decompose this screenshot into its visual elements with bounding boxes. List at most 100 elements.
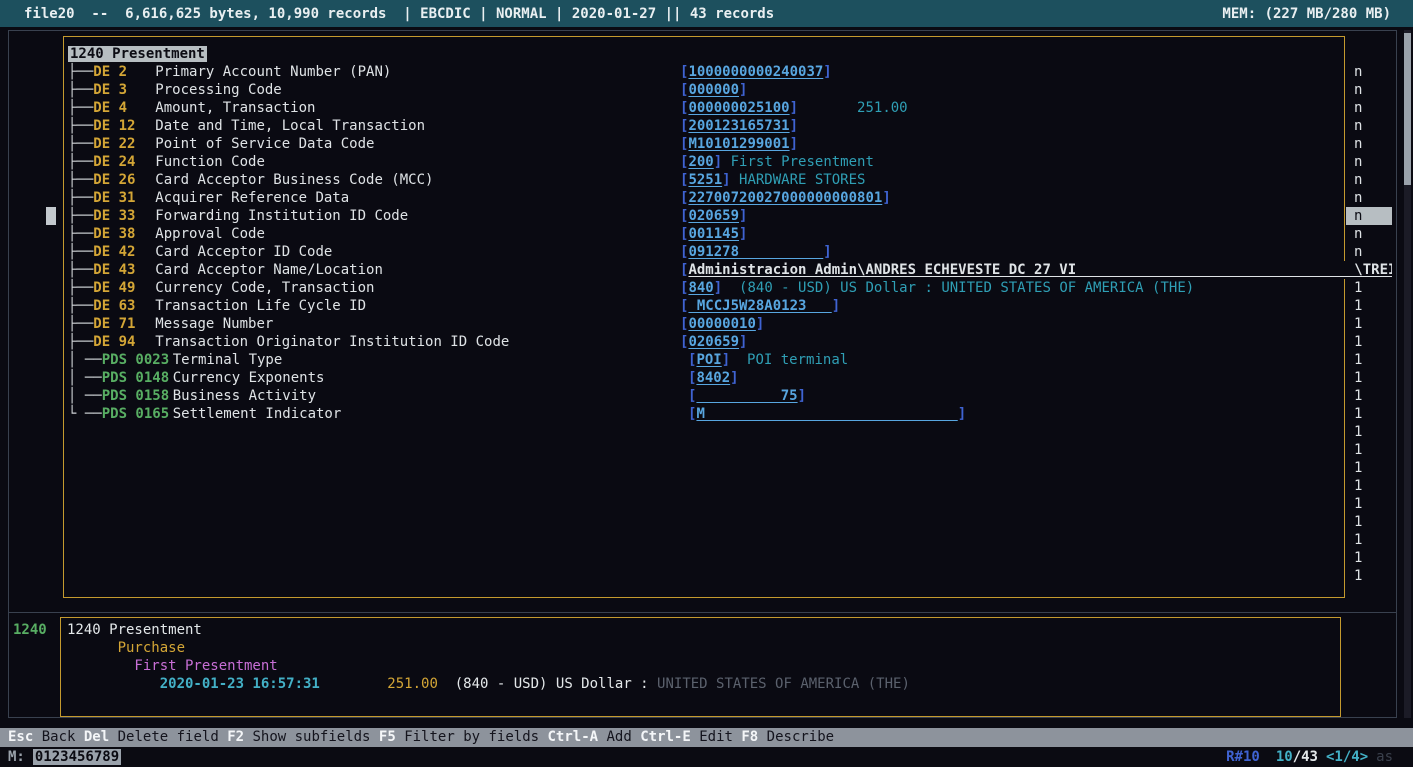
field-value[interactable]: [M10101299001] bbox=[680, 135, 798, 153]
tree-row[interactable]: │ ──PDS 0023Terminal Type[POI] POI termi… bbox=[68, 351, 282, 369]
field-value[interactable]: [M ] bbox=[688, 405, 966, 423]
value-text[interactable]: 200123165731 bbox=[688, 118, 789, 134]
footer-key[interactable]: Ctrl-E bbox=[640, 729, 691, 745]
value-text[interactable]: 091278 bbox=[688, 244, 823, 260]
field-value[interactable]: [8402] bbox=[688, 369, 739, 387]
record-flag-cell[interactable]: 1 bbox=[1346, 351, 1392, 369]
value-text[interactable]: 200 bbox=[688, 154, 713, 170]
value-text[interactable]: 020659 bbox=[688, 208, 739, 224]
tree-row[interactable]: ├──DE 31Acquirer Reference Data[22700720… bbox=[68, 189, 349, 207]
value-text[interactable]: 840 bbox=[688, 280, 713, 296]
tree-row[interactable]: │ ──PDS 0158Business Activity[ 75] bbox=[68, 387, 316, 405]
footer-action-label[interactable]: Delete field bbox=[109, 729, 227, 745]
value-text[interactable]: 001145 bbox=[688, 226, 739, 242]
record-flag-cell[interactable]: 1 bbox=[1346, 315, 1392, 333]
tree-row[interactable]: ├──DE 4Amount, Transaction[000000025100]… bbox=[68, 99, 315, 117]
record-flag-cell[interactable]: 1 bbox=[1346, 297, 1392, 315]
field-value[interactable]: [200123165731] bbox=[680, 117, 798, 135]
message-title[interactable]: 1240 Presentment bbox=[68, 45, 207, 63]
record-flag-cell[interactable]: n bbox=[1346, 225, 1392, 243]
footer-key[interactable]: Ctrl-A bbox=[547, 729, 598, 745]
record-flag-cell[interactable]: n bbox=[1346, 63, 1392, 81]
tree-row[interactable]: ├──DE 38Approval Code[001145] bbox=[68, 225, 265, 243]
value-text[interactable]: M10101299001 bbox=[688, 136, 789, 152]
value-text[interactable]: 020659 bbox=[688, 334, 739, 350]
tree-row[interactable]: ├──DE 12Date and Time, Local Transaction… bbox=[68, 117, 425, 135]
value-text[interactable]: 1000000000240037 bbox=[688, 64, 823, 80]
field-value[interactable]: [ MCCJ5W28A0123 ] bbox=[680, 297, 840, 315]
field-value[interactable]: [000000025100] 251.00 bbox=[680, 99, 908, 117]
value-text[interactable]: 75 bbox=[696, 388, 797, 404]
field-value[interactable]: [840] (840 - USD) US Dollar : UNITED STA… bbox=[680, 279, 1194, 297]
tree-row[interactable]: ├──DE 24Function Code[200] First Present… bbox=[68, 153, 265, 171]
footer-action-label[interactable]: Describe bbox=[758, 729, 842, 745]
footer-action-label[interactable]: Back bbox=[33, 729, 84, 745]
tree-row[interactable]: ├──DE 43Card Acceptor Name/Location[Admi… bbox=[68, 261, 383, 279]
record-flag-cell[interactable]: 1 bbox=[1346, 531, 1392, 549]
value-text[interactable]: MCCJ5W28A0123 bbox=[688, 298, 831, 314]
field-value[interactable]: [020659] bbox=[680, 207, 747, 225]
footer-key[interactable]: Esc bbox=[8, 729, 33, 745]
record-flag-cell[interactable]: 1 bbox=[1346, 549, 1392, 567]
record-flag-cell[interactable]: 1 bbox=[1346, 369, 1392, 387]
value-text[interactable]: Administracion Admin\ANDRES ECHEVESTE DC… bbox=[688, 261, 1392, 279]
footer-key[interactable]: Del bbox=[84, 729, 109, 745]
footer-key[interactable]: F5 bbox=[379, 729, 396, 745]
value-text[interactable]: 8402 bbox=[696, 370, 730, 386]
record-flag-cell[interactable]: 1 bbox=[1346, 405, 1392, 423]
record-flag-cell[interactable] bbox=[1346, 261, 1392, 279]
field-value[interactable]: [020659] bbox=[680, 333, 747, 351]
record-flag-cell[interactable]: 1 bbox=[1346, 279, 1392, 297]
record-flag-cell[interactable]: 1 bbox=[1346, 333, 1392, 351]
value-text[interactable]: 000000025100 bbox=[688, 100, 789, 116]
footer-key[interactable]: F2 bbox=[227, 729, 244, 745]
record-flag-cell[interactable]: n bbox=[1346, 207, 1392, 225]
tree-row[interactable]: ├──DE 26Card Acceptor Business Code (MCC… bbox=[68, 171, 433, 189]
field-value[interactable]: [Administracion Admin\ANDRES ECHEVESTE D… bbox=[680, 261, 1392, 279]
value-text[interactable]: POI bbox=[696, 352, 721, 368]
tree-row[interactable]: ├──DE 3Processing Code[000000] bbox=[68, 81, 282, 99]
field-value[interactable]: [POI] POI terminal bbox=[688, 351, 848, 369]
tree-row[interactable]: ├──DE 71Message Number[00000010] bbox=[68, 315, 273, 333]
footer-action-label[interactable]: Filter by fields bbox=[396, 729, 548, 745]
record-flag-cell[interactable]: 1 bbox=[1346, 441, 1392, 459]
value-text[interactable]: M bbox=[696, 406, 957, 422]
tree-row[interactable]: ├──DE 49Currency Code, Transaction[840] … bbox=[68, 279, 374, 297]
tree-row[interactable]: │ ──PDS 0148Currency Exponents[8402] bbox=[68, 369, 324, 387]
field-value[interactable]: [ 75] bbox=[688, 387, 806, 405]
record-flag-cell[interactable]: n bbox=[1346, 99, 1392, 117]
record-flag-cell[interactable]: 1 bbox=[1346, 567, 1392, 585]
field-value[interactable]: [000000] bbox=[680, 81, 747, 99]
tree-row[interactable]: ├──DE 94Transaction Originator Instituti… bbox=[68, 333, 509, 351]
tree-row[interactable]: ├──DE 22Point of Service Data Code[M1010… bbox=[68, 135, 374, 153]
tree-row[interactable]: ├──DE 42Card Acceptor ID Code[091278 ] bbox=[68, 243, 332, 261]
record-flag-cell[interactable]: n bbox=[1346, 171, 1392, 189]
record-flag-cell[interactable]: 1 bbox=[1346, 513, 1392, 531]
field-value[interactable]: [00000010] bbox=[680, 315, 764, 333]
value-text[interactable]: 5251 bbox=[688, 172, 722, 188]
field-value[interactable]: [1000000000240037] bbox=[680, 63, 832, 81]
record-flag-cell[interactable]: n bbox=[1346, 117, 1392, 135]
record-flag-cell[interactable]: n bbox=[1346, 153, 1392, 171]
field-value[interactable]: [200] First Presentment bbox=[680, 153, 874, 171]
footer-action-label[interactable]: Add bbox=[598, 729, 640, 745]
record-flag-cell[interactable]: n bbox=[1346, 81, 1392, 99]
footer-action-label[interactable]: Edit bbox=[691, 729, 742, 745]
record-flag-cell[interactable]: 1 bbox=[1346, 423, 1392, 441]
field-value[interactable]: [091278 ] bbox=[680, 243, 832, 261]
field-value[interactable]: [001145] bbox=[680, 225, 747, 243]
tree-row[interactable]: ├──DE 2Primary Account Number (PAN)[1000… bbox=[68, 63, 391, 81]
value-text[interactable]: 22700720027000000000801 bbox=[688, 190, 882, 206]
record-flag-cell[interactable]: n bbox=[1346, 243, 1392, 261]
footer-key[interactable]: F8 bbox=[741, 729, 758, 745]
record-flag-cell[interactable]: 1 bbox=[1346, 495, 1392, 513]
record-flag-cell[interactable]: n bbox=[1346, 189, 1392, 207]
tree-row[interactable]: ├──DE 33Forwarding Institution ID Code[0… bbox=[68, 207, 408, 225]
value-text[interactable]: 000000 bbox=[688, 82, 739, 98]
tree-row[interactable]: ├──DE 63Transaction Life Cycle ID[ MCCJ5… bbox=[68, 297, 366, 315]
message-title-text[interactable]: 1240 Presentment bbox=[68, 46, 207, 62]
tree-row[interactable]: └ ──PDS 0165Settlement Indicator[M ] bbox=[68, 405, 341, 423]
value-text[interactable]: 00000010 bbox=[688, 316, 755, 332]
record-flag-cell[interactable]: 1 bbox=[1346, 459, 1392, 477]
footer-action-label[interactable]: Show subfields bbox=[244, 729, 379, 745]
